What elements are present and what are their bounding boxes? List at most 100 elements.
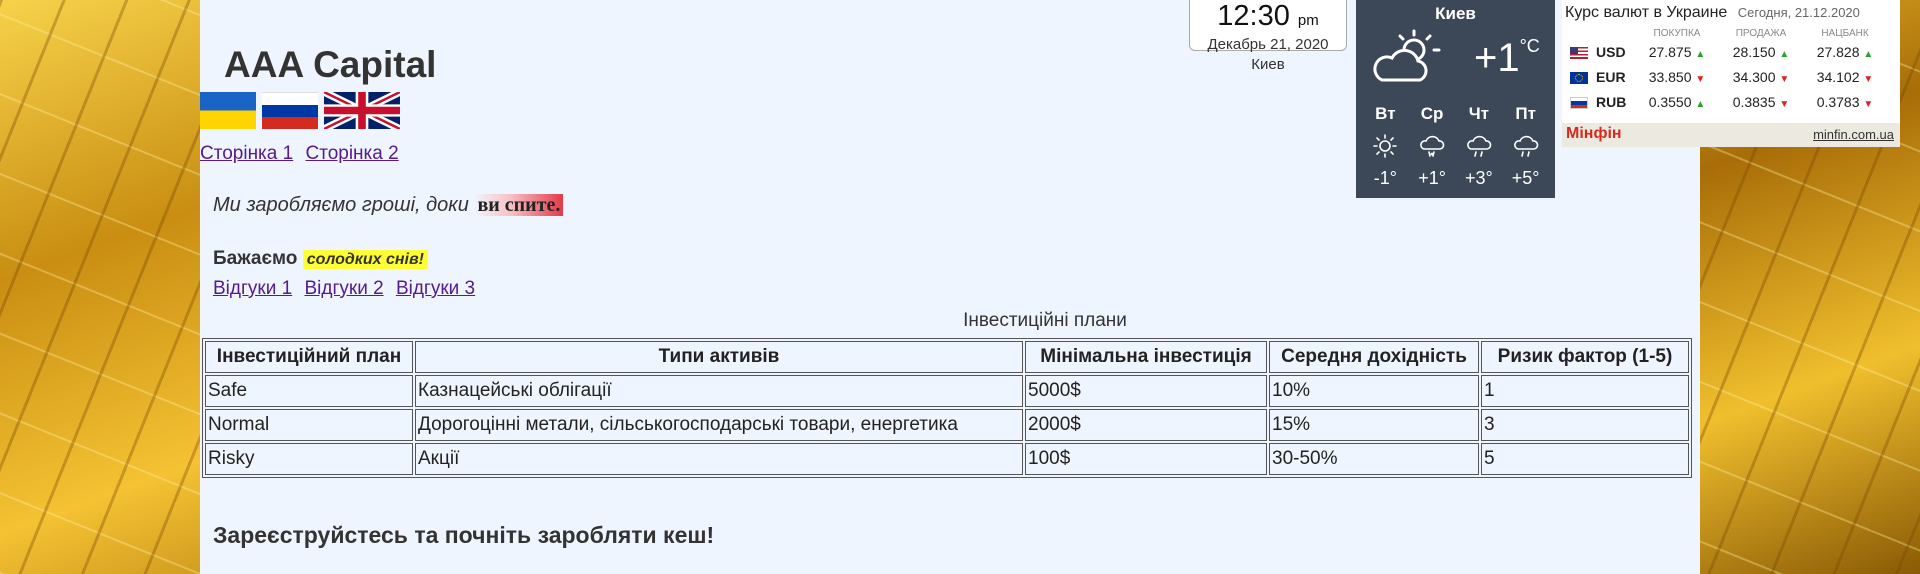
slogan-text: Ми заробляємо гроші, доки	[213, 194, 469, 216]
down-arrow-icon: ▼	[1779, 98, 1790, 110]
column-header: Інвестиційний план	[205, 341, 413, 373]
slogan: Ми заробляємо гроші, доки ви спите.	[213, 194, 564, 217]
down-arrow-icon: ▼	[1779, 73, 1790, 85]
currency-sell: 28.150 ▲	[1719, 39, 1803, 64]
nav-link-page-1[interactable]: Сторінка 1	[200, 143, 293, 164]
forecast-temp: +1°	[1418, 168, 1446, 188]
currency-value: 27.828	[1816, 43, 1860, 60]
table-cell: Казнацейські облігації	[415, 375, 1023, 407]
forecast-day: Ср	[1420, 104, 1444, 123]
up-arrow-icon: ▲	[1695, 48, 1706, 60]
ru-flag[interactable]	[262, 92, 318, 129]
nav-link-page-2[interactable]: Сторінка 2	[305, 143, 398, 164]
table-cell: 5000$	[1025, 375, 1267, 407]
forecast-temp: +5°	[1511, 168, 1540, 188]
currency-code-cell: USD	[1570, 39, 1635, 64]
currency-code: EUR	[1596, 68, 1626, 85]
forecast-day: Чт	[1468, 104, 1490, 123]
down-arrow-icon: ▼	[1863, 98, 1874, 110]
table-cell: 1	[1481, 375, 1689, 407]
currency-date: Сегодня, 21.12.2020	[1737, 5, 1860, 20]
currency-value: 0.3835	[1732, 93, 1776, 110]
table-cell: Risky	[205, 443, 413, 475]
clock-city: Киев	[1251, 56, 1285, 73]
forecast-temp: +3°	[1465, 168, 1493, 188]
clock-time-line: 12:30 pm	[1190, 0, 1346, 37]
table-cell: 30-50%	[1269, 443, 1479, 475]
reviews-link-2[interactable]: Відгуки 2	[304, 278, 383, 299]
reviews-link-3[interactable]: Відгуки 3	[396, 278, 475, 299]
ru-flag-icon	[1570, 96, 1588, 109]
rain-cloud-icon	[1503, 134, 1549, 163]
currency-sell: 34.300 ▼	[1719, 64, 1803, 89]
site-title: AAA Capital	[224, 44, 437, 85]
reviews-nav: Відгуки 1 Відгуки 2 Відгуки 3	[213, 278, 482, 300]
table-cell: 3	[1481, 409, 1689, 441]
currency-nbu: 27.828 ▲	[1803, 39, 1887, 64]
table-row: Risky Акції 100$ 30-50% 5	[205, 443, 1689, 475]
investment-plans-table: Інвестиційний план Типи активів Мінімаль…	[202, 338, 1692, 478]
currency-header-row: ПОКУПКА ПРОДАЖА НАЦБАНК	[1570, 28, 1887, 39]
column-header: Середня дохідність	[1269, 341, 1479, 373]
currency-row-usd: USD 27.875 ▲ 28.150 ▲ 27.828 ▲	[1570, 39, 1887, 64]
wish-text: Бажаємо	[213, 248, 298, 269]
sun-icon	[1362, 134, 1408, 163]
clock-date: Декабрь 21, 2020	[1207, 36, 1329, 53]
currency-nbu: 0.3783 ▼	[1803, 89, 1887, 114]
table-header-row: Інвестиційний план Типи активів Мінімаль…	[205, 341, 1689, 373]
main-content: AAA Capital Сторінка 1 Сторінка 2 Ми зар…	[200, 0, 1900, 574]
currency-column-header: ПОКУПКА	[1653, 28, 1701, 39]
currency-column-header	[1570, 28, 1635, 39]
currency-value: 0.3783	[1816, 93, 1860, 110]
weather-temp-value: +1	[1474, 36, 1520, 80]
wish-highlight: солодких снів!	[302, 250, 428, 269]
rain-cloud-icon	[1456, 134, 1502, 163]
weather-current-temp: +1°C	[1474, 36, 1540, 81]
up-arrow-icon: ▲	[1695, 98, 1706, 110]
currency-value: 28.150	[1732, 43, 1776, 60]
up-arrow-icon: ▲	[1863, 48, 1874, 60]
table-cell: 15%	[1269, 409, 1479, 441]
forecast-day: Вт	[1375, 104, 1396, 123]
column-header: Типи активів	[415, 341, 1023, 373]
table-cell: 10%	[1269, 375, 1479, 407]
currency-value: 0.3550	[1648, 93, 1692, 110]
weather-widget[interactable]: Киев +1°C Вт Ср Чт Пт -1° +1° +3° +5°	[1356, 0, 1555, 198]
currency-buy: 27.875 ▲	[1635, 39, 1719, 64]
minfin-logo[interactable]: Мінфін	[1566, 125, 1622, 143]
currency-widget: Курс валют в Украине Сегодня, 21.12.2020…	[1562, 0, 1900, 147]
currency-code-cell: RUB	[1570, 89, 1635, 114]
currency-value: 34.102	[1816, 68, 1860, 85]
table-row: Safe Казнацейські облігації 5000$ 10% 1	[205, 375, 1689, 407]
clock-time: 12:30	[1217, 0, 1290, 32]
table-cell: Акції	[415, 443, 1023, 475]
currency-value: 27.875	[1648, 43, 1692, 60]
weather-forecast-icons	[1356, 134, 1555, 163]
currency-code: RUB	[1596, 93, 1627, 110]
table-cell: 100$	[1025, 443, 1267, 475]
column-header: Мінімальна інвестиція	[1025, 341, 1267, 373]
currency-nbu: 34.102 ▼	[1803, 64, 1887, 89]
currency-buy: 33.850 ▼	[1635, 64, 1719, 89]
ua-flag[interactable]	[200, 92, 256, 129]
register-heading: Зареєструйстесь та почніть заробляти кеш…	[213, 522, 715, 548]
page-nav: Сторінка 1 Сторінка 2	[200, 143, 406, 165]
table-cell: Дорогоцінні метали, сільськогосподарські…	[415, 409, 1023, 441]
weather-city: Киев	[1435, 4, 1476, 23]
weather-forecast-temps: -1° +1° +3° +5°	[1356, 168, 1555, 189]
currency-column-header: НАЦБАНК	[1821, 28, 1869, 39]
table-cell: 2000$	[1025, 409, 1267, 441]
slogan-highlight: ви спите.	[474, 194, 564, 216]
uk-flag[interactable]	[324, 92, 400, 129]
currency-buy: 0.3550 ▲	[1635, 89, 1719, 114]
snow-cloud-icon	[1409, 134, 1455, 163]
down-arrow-icon: ▼	[1695, 73, 1706, 85]
currency-code-cell: EUR	[1570, 64, 1635, 89]
currency-title: Курс валют в Украине	[1565, 4, 1728, 21]
table-caption: Інвестиційні плани	[963, 310, 1127, 331]
minfin-link[interactable]: minfin.com.ua	[1813, 127, 1894, 142]
table-cell: Safe	[205, 375, 413, 407]
currency-row-rub: RUB 0.3550 ▲ 0.3835 ▼ 0.3783 ▼	[1570, 89, 1887, 114]
currency-code: USD	[1596, 43, 1626, 60]
reviews-link-1[interactable]: Відгуки 1	[213, 278, 292, 299]
